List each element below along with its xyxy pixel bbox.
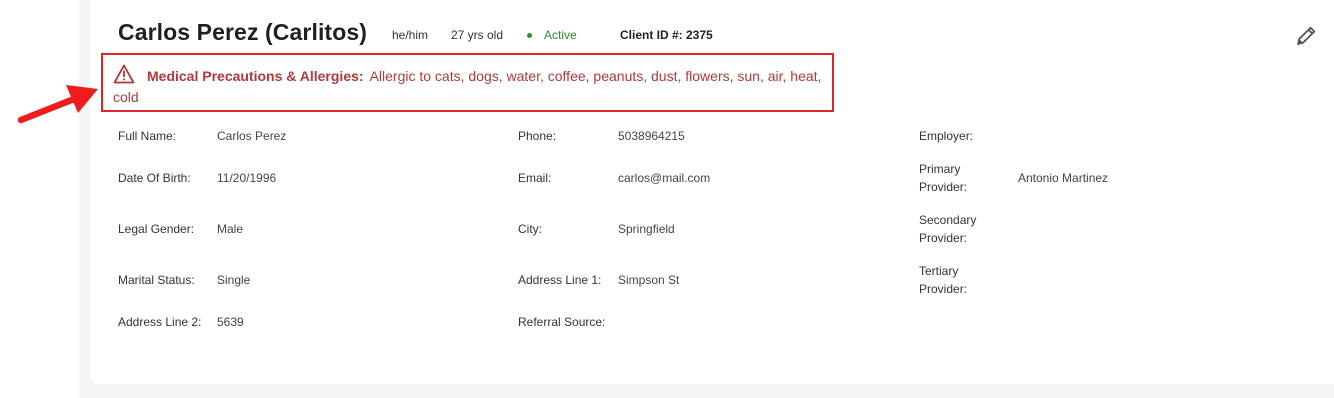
city-value: Springfield bbox=[618, 222, 675, 236]
address-line-2-value: 5639 bbox=[217, 315, 244, 329]
secondary-provider-label-line2: Provider: bbox=[919, 231, 968, 245]
referral-source-label: Referral Source: bbox=[518, 315, 606, 329]
marital-status-label: Marital Status: bbox=[118, 273, 195, 287]
phone-label: Phone: bbox=[518, 129, 557, 143]
client-id: Client ID #: 2375 bbox=[620, 28, 713, 42]
medical-alert-label: Medical Precautions & Allergies: bbox=[147, 68, 364, 84]
primary-provider-label-line1: Primary bbox=[919, 162, 961, 176]
annotation-arrow-icon bbox=[18, 85, 98, 124]
dob-value: 11/20/1996 bbox=[217, 171, 277, 185]
legal-gender-label: Legal Gender: bbox=[118, 222, 195, 236]
tertiary-provider-label: Tertiary Provider: bbox=[919, 262, 967, 298]
dob-label: Date Of Birth: bbox=[118, 171, 191, 185]
employer-label: Employer: bbox=[919, 129, 974, 143]
pronouns: he/him bbox=[392, 28, 429, 42]
age: 27 yrs old bbox=[451, 28, 504, 42]
secondary-provider-label-line1: Secondary bbox=[919, 213, 977, 227]
tertiary-provider-label-line2: Provider: bbox=[919, 282, 968, 296]
email-label: Email: bbox=[518, 171, 552, 185]
pencil-icon bbox=[1297, 26, 1316, 45]
tertiary-provider-label-line1: Tertiary bbox=[919, 264, 959, 278]
status-dot-icon bbox=[527, 33, 532, 38]
edit-button[interactable] bbox=[1294, 24, 1318, 48]
client-name: Carlos Perez (Carlitos) bbox=[118, 19, 367, 45]
secondary-provider-label: Secondary Provider: bbox=[919, 211, 976, 247]
primary-provider-value: Antonio Martinez bbox=[1018, 171, 1109, 185]
medical-alert: Medical Precautions & Allergies: Allergic… bbox=[113, 66, 825, 108]
city-label: City: bbox=[518, 222, 542, 236]
full-name-value: Carlos Perez bbox=[217, 129, 287, 143]
email-value: carlos@mail.com bbox=[618, 171, 711, 185]
primary-provider-label: Primary Provider: bbox=[919, 160, 967, 196]
address-line-1-value: Simpson St bbox=[618, 273, 680, 287]
legal-gender-value: Male bbox=[217, 222, 244, 236]
marital-status-value: Single bbox=[217, 273, 251, 287]
phone-value: 5038964215 bbox=[618, 129, 685, 143]
address-line-1-label: Address Line 1: bbox=[518, 273, 602, 287]
full-name-label: Full Name: bbox=[118, 129, 177, 143]
status-badge: Active bbox=[544, 28, 577, 42]
address-line-2-label: Address Line 2: bbox=[118, 315, 202, 329]
primary-provider-label-line2: Provider: bbox=[919, 180, 968, 194]
